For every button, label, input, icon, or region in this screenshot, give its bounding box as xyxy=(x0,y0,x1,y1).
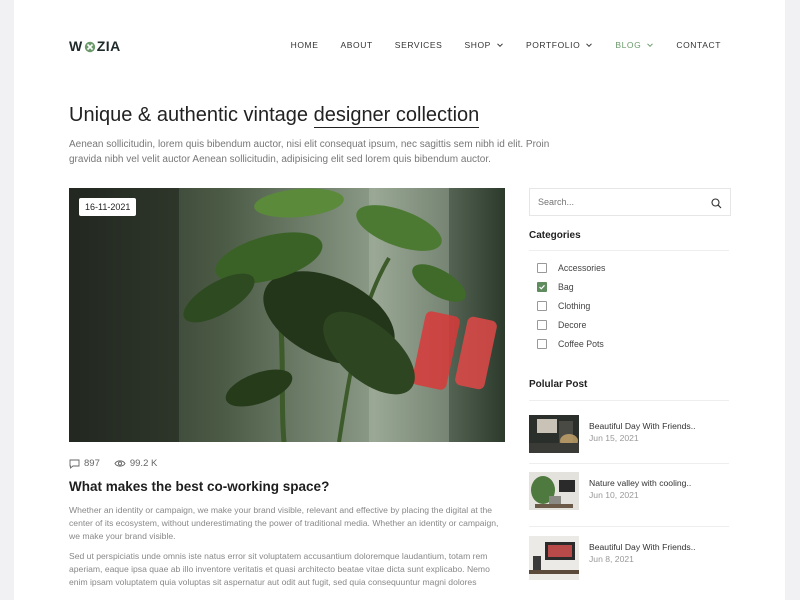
categories-heading: Categories xyxy=(529,230,581,241)
nav-about[interactable]: ABOUT xyxy=(341,40,373,50)
popular-post-date: Jun 8, 2021 xyxy=(589,554,634,564)
category-item[interactable]: Accessories xyxy=(537,263,605,273)
brand-logo[interactable]: W ZIA xyxy=(69,38,121,54)
checkbox[interactable] xyxy=(537,320,547,330)
search-icon[interactable] xyxy=(711,196,722,214)
popular-post-thumbnail[interactable] xyxy=(529,536,579,580)
search-box xyxy=(529,188,731,216)
popular-post-date: Jun 10, 2021 xyxy=(589,490,639,500)
checkbox[interactable] xyxy=(537,339,547,349)
checkbox[interactable] xyxy=(537,263,547,273)
divider xyxy=(529,250,729,251)
views-count: 99.2 K xyxy=(114,458,157,469)
title-highlight: designer collection xyxy=(313,104,480,128)
nav-blog[interactable]: BLOG xyxy=(615,40,654,50)
category-item[interactable]: Bag xyxy=(537,282,574,292)
category-item[interactable]: Coffee Pots xyxy=(537,339,604,349)
check-icon xyxy=(539,284,545,290)
post-paragraph: Whether an identity or campaign, we make… xyxy=(69,505,499,541)
chevron-down-icon xyxy=(497,43,503,48)
title-plain: Unique & authentic vintage xyxy=(69,104,309,126)
category-item[interactable]: Clothing xyxy=(537,301,590,311)
checkbox[interactable] xyxy=(537,301,547,311)
popular-post-item[interactable]: Nature valley with cooling.. Jun 10, 202… xyxy=(529,472,729,518)
chevron-down-icon xyxy=(586,43,593,48)
main-nav: HOME ABOUT SERVICES SHOP PORTFOLIO BLOG … xyxy=(269,40,721,50)
popular-heading: Polular Post xyxy=(529,379,588,390)
nav-shop[interactable]: SHOP xyxy=(464,40,504,50)
popular-post-item[interactable]: Beautiful Day With Friends.. Jun 8, 2021 xyxy=(529,536,729,582)
page-title: Unique & authentic vintage designer coll… xyxy=(69,104,480,128)
logo-text-left: W xyxy=(69,38,83,54)
chevron-down-icon xyxy=(647,43,654,48)
popular-post-title[interactable]: Nature valley with cooling.. xyxy=(589,478,691,488)
search-input[interactable] xyxy=(530,196,710,208)
divider xyxy=(529,526,729,527)
page-description: Aenean sollicitudin, lorem quis bibendum… xyxy=(69,139,550,165)
eye-icon xyxy=(114,460,126,467)
post-title[interactable]: What makes the best co-working space? xyxy=(69,479,329,494)
nav-portfolio[interactable]: PORTFOLIO xyxy=(526,40,593,50)
logo-mark-icon xyxy=(84,40,96,53)
popular-post-title[interactable]: Beautiful Day With Friends.. xyxy=(589,421,696,431)
popular-post-thumbnail[interactable] xyxy=(529,415,579,453)
post-paragraph: Sed ut perspiciatis unde omnis iste natu… xyxy=(69,551,490,587)
nav-home[interactable]: HOME xyxy=(291,40,319,50)
divider xyxy=(529,400,729,401)
popular-post-thumbnail[interactable] xyxy=(529,472,579,510)
category-item[interactable]: Decore xyxy=(537,320,586,330)
page: W ZIA HOME ABOUT SERVICES SHOP PORTFOLIO… xyxy=(14,0,785,600)
post-meta: 897 99.2 K xyxy=(69,458,157,469)
post-featured-image[interactable]: 16-11-2021 xyxy=(69,188,505,442)
checkbox-checked[interactable] xyxy=(537,282,547,292)
popular-post-item[interactable]: Beautiful Day With Friends.. Jun 15, 202… xyxy=(529,415,729,461)
comments-count[interactable]: 897 xyxy=(69,458,100,469)
plant-image xyxy=(69,188,505,442)
nav-services[interactable]: SERVICES xyxy=(395,40,443,50)
post-date-badge: 16-11-2021 xyxy=(79,198,137,216)
divider xyxy=(529,463,729,464)
popular-post-date: Jun 15, 2021 xyxy=(589,433,639,443)
comment-icon xyxy=(69,459,80,469)
logo-text-right: ZIA xyxy=(96,38,121,54)
nav-contact[interactable]: CONTACT xyxy=(676,40,721,50)
popular-post-title[interactable]: Beautiful Day With Friends.. xyxy=(589,542,696,552)
